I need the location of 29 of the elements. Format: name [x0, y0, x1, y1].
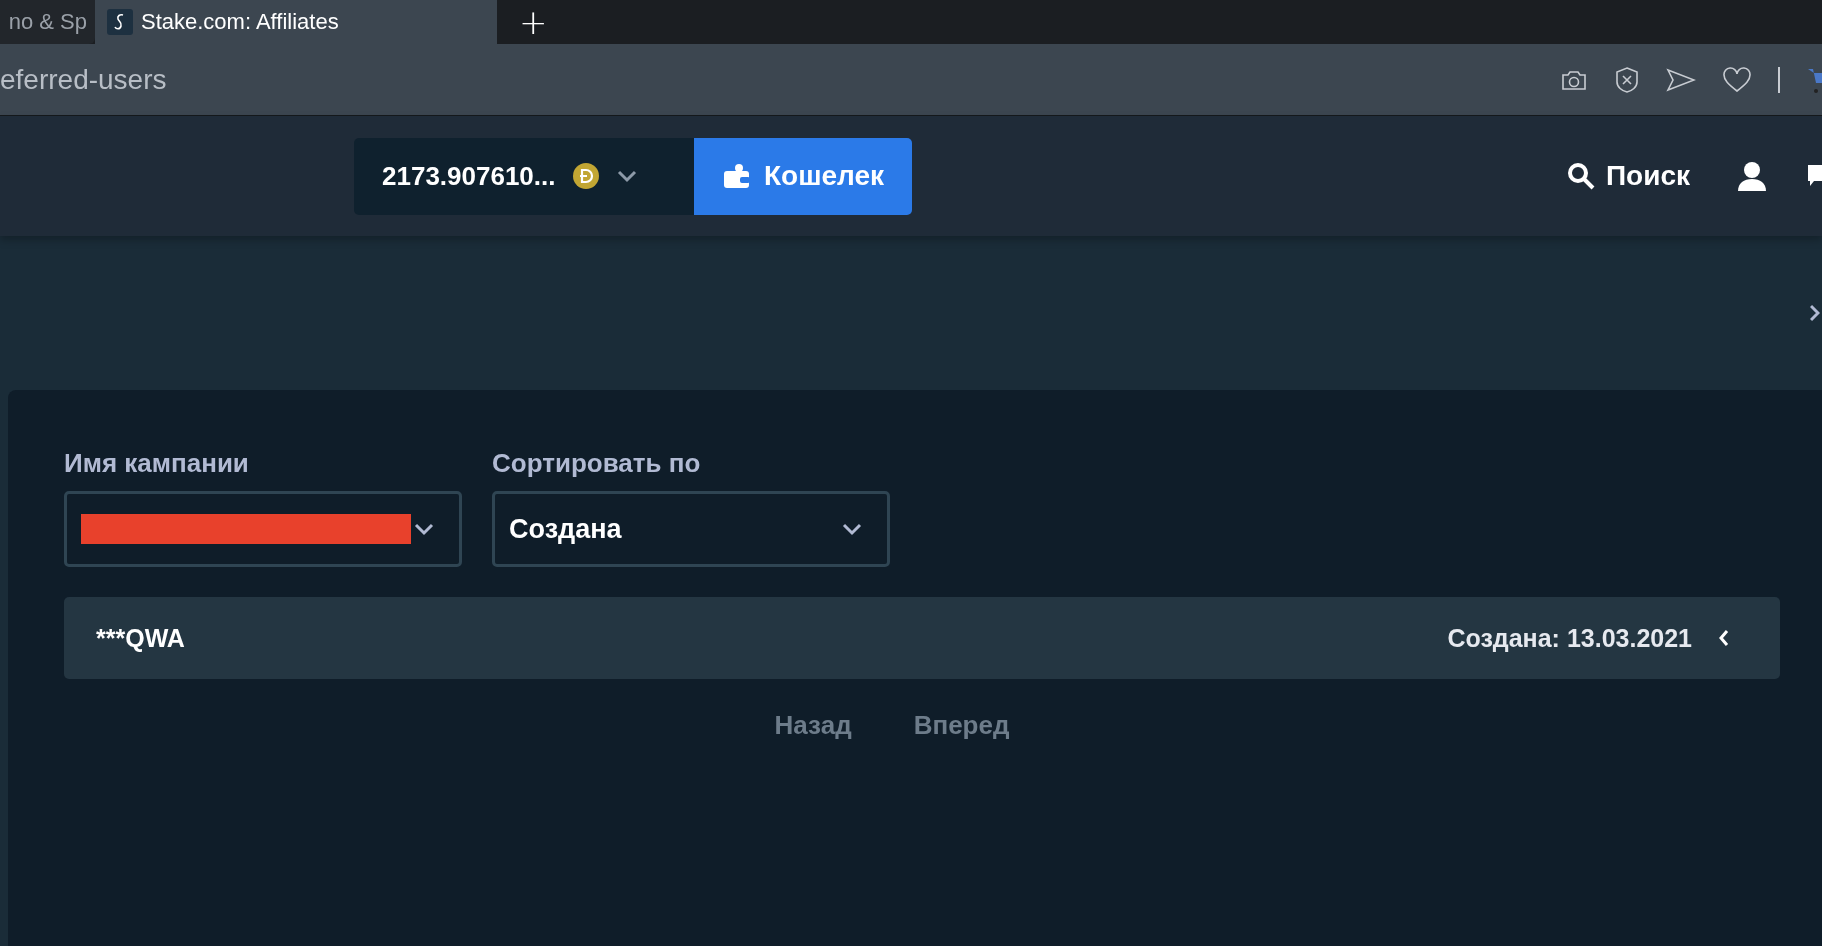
browser-tab[interactable]: Stake.com: Affiliates — [95, 0, 497, 44]
heart-icon[interactable] — [1722, 66, 1752, 93]
field-label: Имя кампании — [64, 448, 250, 479]
user-name: ***QWA — [96, 623, 185, 653]
chevron-down-icon — [841, 522, 863, 536]
browser-tab[interactable]: no & Sp — [0, 0, 95, 44]
new-tab-button[interactable]: + — [509, 0, 558, 44]
previous-button[interactable]: Назад — [768, 709, 858, 742]
send-icon[interactable] — [1666, 67, 1696, 92]
wallet-icon — [722, 162, 752, 190]
site-favicon-icon — [107, 9, 133, 35]
shield-icon[interactable] — [1614, 65, 1640, 94]
created-date: Создана: 13.03.2021 — [1447, 623, 1692, 653]
next-button[interactable]: Вперед — [907, 709, 1016, 742]
dropdown-field[interactable] — [64, 491, 462, 567]
coin-icon — [571, 162, 600, 190]
address-text[interactable]: eferred-users — [0, 63, 167, 96]
user-icon[interactable] — [1736, 160, 1768, 192]
chevron-down-icon — [615, 169, 638, 183]
chevron-down-icon — [413, 522, 435, 536]
referral-row[interactable]: ***QWA Создана: 13.03.2021 — [64, 597, 1780, 679]
chevron-right-icon[interactable] — [1810, 303, 1820, 323]
search-icon — [1565, 161, 1596, 191]
wallet-button[interactable]: Кошелек — [694, 137, 913, 215]
search-button[interactable]: Поиск — [1559, 159, 1696, 193]
field-label: Сортировать по — [492, 448, 702, 479]
selected-value: Создана — [509, 513, 622, 545]
balance-selector[interactable]: 2173.907610... — [354, 137, 694, 215]
dropdown-field[interactable]: Создана — [492, 491, 890, 567]
